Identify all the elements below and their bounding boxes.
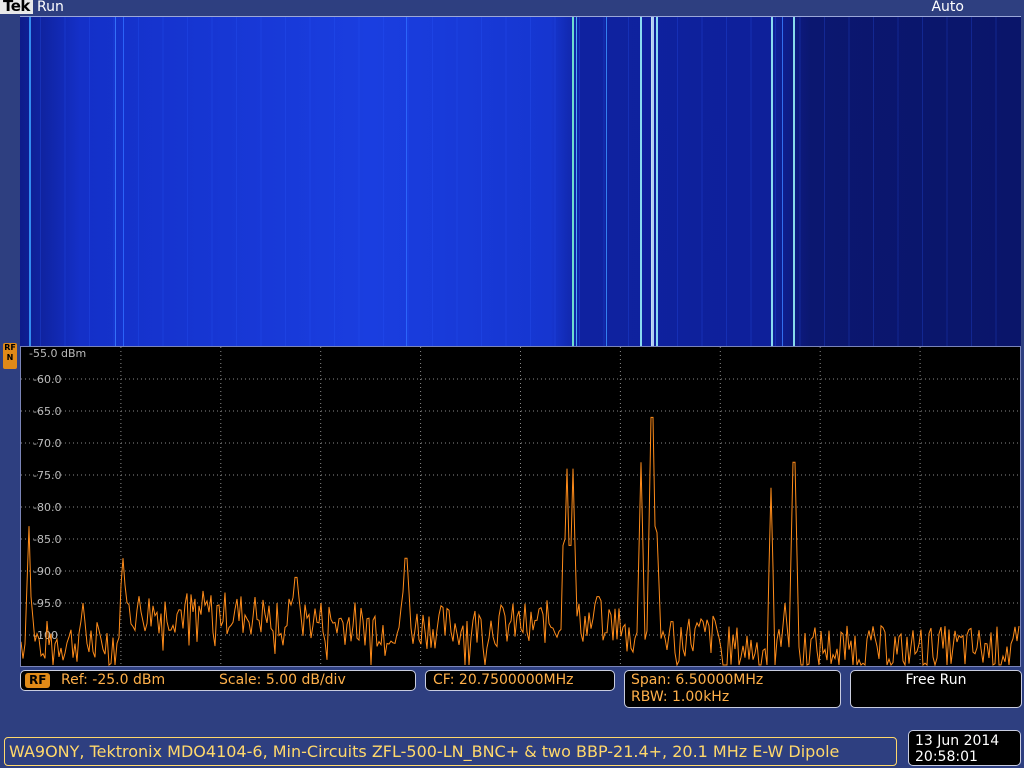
y-tick-label: -80.0 bbox=[33, 501, 61, 514]
spectrogram-noise-line bbox=[922, 17, 923, 347]
spectrogram-noise-line bbox=[211, 17, 213, 347]
brand-logo: Tek bbox=[0, 0, 33, 14]
rbw-text: RBW: 1.00kHz bbox=[631, 689, 730, 705]
ref-level-text: Ref: -25.0 dBm bbox=[61, 672, 166, 688]
spectrogram-noise-line bbox=[64, 17, 66, 347]
spectrogram-noise-line bbox=[579, 17, 580, 347]
spectrogram-noise-line bbox=[432, 17, 433, 347]
spectrogram-noise-line bbox=[530, 17, 531, 347]
span-text: Span: 6.50000MHz bbox=[631, 672, 764, 688]
spectrogram-noise-line bbox=[995, 17, 997, 347]
spectrogram-noise-line bbox=[946, 17, 948, 347]
spectrogram-noise-line bbox=[187, 17, 188, 347]
spectrogram-signal-line bbox=[572, 17, 574, 347]
spectrogram-noise-line bbox=[603, 17, 605, 347]
spectrogram-noise-line bbox=[162, 17, 164, 347]
spectrogram-display[interactable] bbox=[20, 16, 1021, 347]
spectrogram-signal-line bbox=[606, 17, 607, 347]
rf-marker-sub: N bbox=[6, 353, 14, 362]
spectrogram-signal-line bbox=[576, 17, 577, 347]
rf-channel-marker[interactable]: RF N bbox=[3, 343, 17, 369]
spectrogram-noise-line bbox=[309, 17, 311, 347]
spectrogram-noise-line bbox=[701, 17, 703, 347]
spectrogram-signal-line bbox=[406, 17, 407, 347]
spectrogram-noise-line bbox=[383, 17, 384, 347]
spectrogram-noise-line bbox=[138, 17, 139, 347]
spectrum-graphic: -55.0 dBm -60.0 -65.0 -70.0 -75.0 -80.0 -85.0 -… bbox=[21, 347, 1020, 666]
spectrogram-noise-line bbox=[285, 17, 286, 347]
y-tick-label: -65.0 bbox=[33, 405, 61, 418]
scale-text: Scale: 5.00 dB/div bbox=[219, 672, 346, 688]
screen-notes: WA9ONY, Tektronix MDO4104-6, Min-Circuit… bbox=[4, 737, 897, 766]
y-tick-label: -85.0 bbox=[33, 533, 61, 546]
spectrogram-noise-line bbox=[848, 17, 850, 347]
spectrogram-noise-line bbox=[554, 17, 556, 347]
date-text: 13 Jun 2014 bbox=[915, 733, 1000, 749]
spectrogram-noise-line bbox=[750, 17, 752, 347]
spectrogram-noise-line bbox=[236, 17, 237, 347]
ref-level-label: -55.0 dBm bbox=[29, 347, 86, 360]
spectrogram-signal-line bbox=[115, 17, 116, 347]
y-tick-label: -95.0 bbox=[33, 597, 61, 610]
acquisition-mode-readout[interactable]: Free Run bbox=[850, 670, 1022, 708]
rf-marker-label: RF bbox=[4, 343, 16, 352]
spectrum-plot[interactable]: -55.0 dBm -60.0 -65.0 -70.0 -75.0 -80.0 -85.0 -… bbox=[20, 346, 1021, 667]
date-time-display: 13 Jun 2014 20:58:01 bbox=[908, 730, 1021, 766]
y-tick-label: -60.0 bbox=[33, 373, 61, 386]
rf-badge: RF bbox=[25, 673, 51, 688]
y-tick-label: -75.0 bbox=[33, 469, 61, 482]
spectrogram-signal-line bbox=[656, 17, 658, 347]
spectrogram-noise-line bbox=[775, 17, 776, 347]
y-tick-label: -90.0 bbox=[33, 565, 61, 578]
spectrogram-noise-line bbox=[358, 17, 360, 347]
spectrogram-signal-line bbox=[782, 17, 783, 347]
trigger-mode[interactable]: Auto bbox=[931, 0, 964, 15]
spectrogram-noise-line bbox=[971, 17, 972, 347]
spectrogram-noise-line bbox=[505, 17, 507, 347]
spectrogram-signal-line bbox=[123, 17, 124, 347]
spectrogram-signal-line bbox=[29, 17, 31, 347]
run-status[interactable]: Run bbox=[37, 0, 64, 15]
spectrogram-noise-line bbox=[113, 17, 115, 347]
spectrogram-noise-line bbox=[677, 17, 678, 347]
center-frequency-readout[interactable]: CF: 20.7500000MHz bbox=[425, 670, 615, 691]
span-rbw-readout[interactable]: Span: 6.50000MHz RBW: 1.00kHz bbox=[624, 670, 841, 708]
spectrogram-noise-line bbox=[40, 17, 41, 347]
top-status-bar: Tek Run Auto bbox=[0, 0, 1024, 16]
reference-level-readout[interactable]: RF Ref: -25.0 dBm Scale: 5.00 dB/div bbox=[20, 670, 416, 691]
mode-text: Free Run bbox=[905, 672, 967, 688]
cf-text: CF: 20.7500000MHz bbox=[433, 672, 574, 688]
spectrogram-noise-line bbox=[628, 17, 629, 347]
y-tick-label: -70.0 bbox=[33, 437, 61, 450]
spectrogram-noise-line bbox=[652, 17, 654, 347]
spectrogram-signal-line bbox=[793, 17, 795, 347]
spectrogram-noise-line bbox=[334, 17, 335, 347]
spectrogram-noise-line bbox=[260, 17, 262, 347]
spectrogram-signal-line bbox=[771, 17, 773, 347]
spectrogram-noise-line bbox=[407, 17, 409, 347]
spectrogram-noise-line bbox=[481, 17, 482, 347]
spectrogram-noise-line bbox=[873, 17, 874, 347]
time-text: 20:58:01 bbox=[915, 749, 978, 765]
spectrogram-noise-line bbox=[726, 17, 727, 347]
spectrogram-noise-line bbox=[897, 17, 899, 347]
spectrogram-noise-line bbox=[89, 17, 90, 347]
spectrogram-graphic bbox=[20, 17, 1021, 347]
spectrogram-signal-line bbox=[640, 17, 642, 347]
spectrogram-noise-line bbox=[824, 17, 825, 347]
spectrogram-noise-line bbox=[456, 17, 458, 347]
spectrogram-noise-line bbox=[799, 17, 801, 347]
